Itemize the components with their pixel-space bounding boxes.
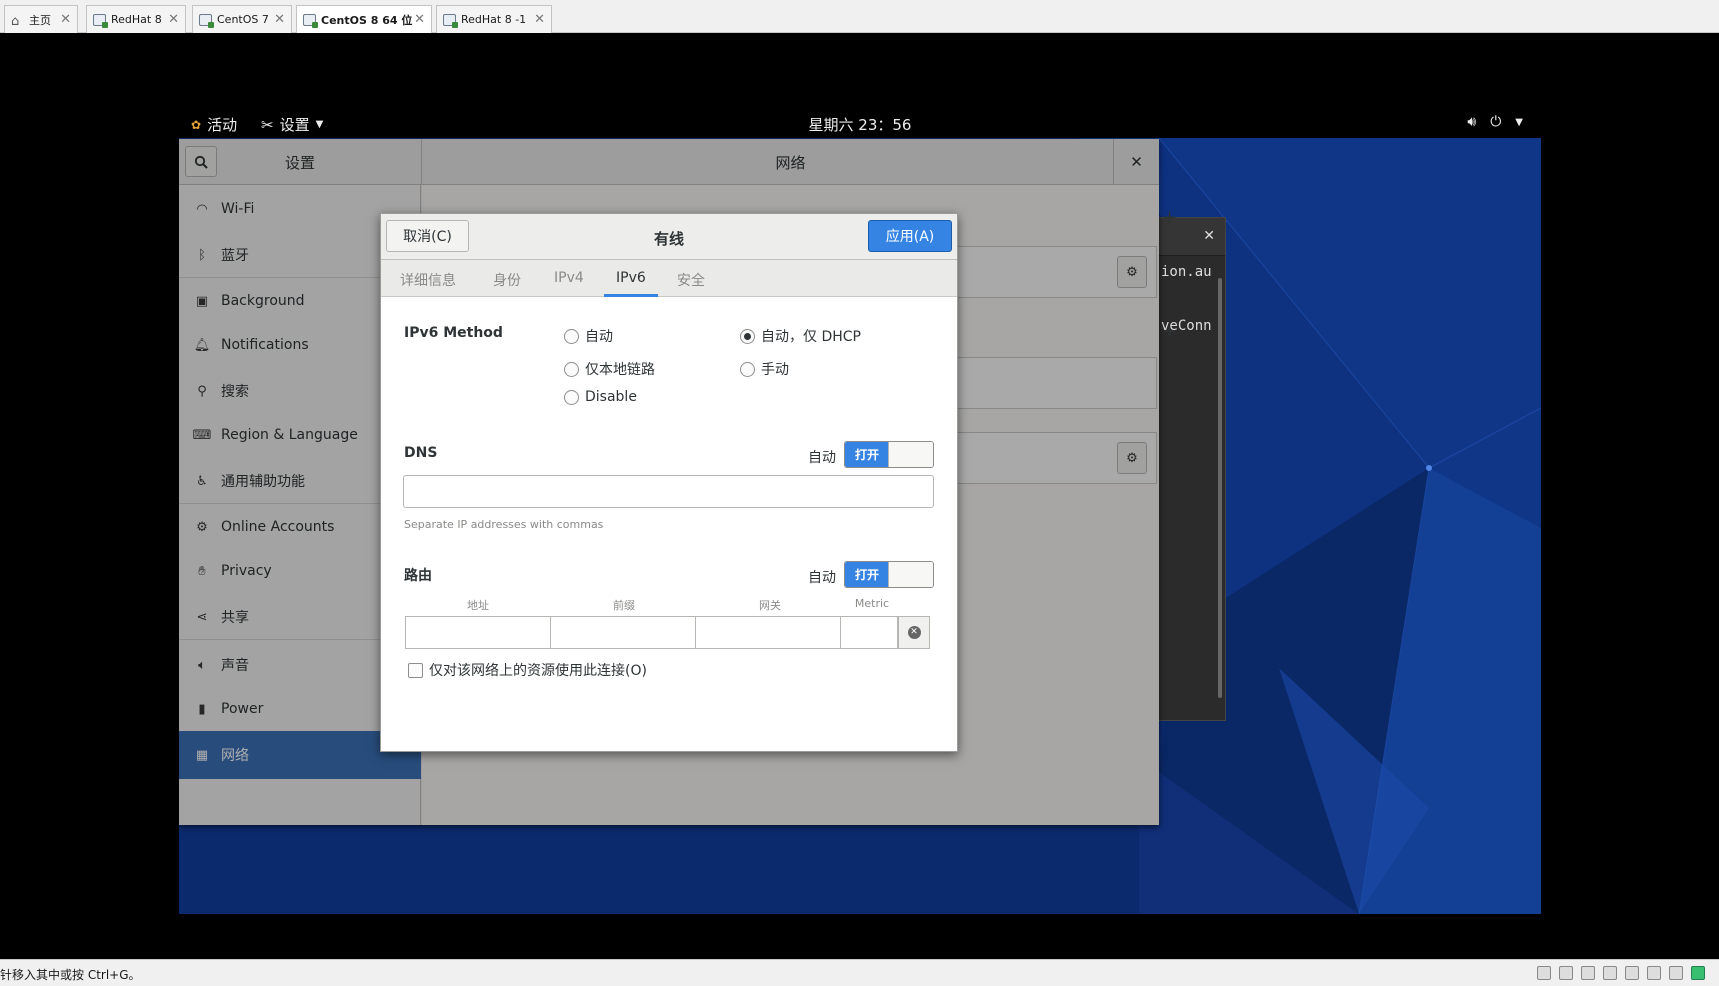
add-icon[interactable]: + xyxy=(1162,207,1177,228)
vm-icon xyxy=(303,13,318,28)
checkbox-label: 仅对该网络上的资源使用此连接(O) xyxy=(429,663,647,679)
ipv6-method-label: IPv6 Method xyxy=(404,325,503,341)
radio-auto[interactable]: 自动 xyxy=(564,326,613,346)
sound-icon[interactable] xyxy=(1625,966,1639,980)
checkbox xyxy=(408,662,423,678)
radio-button xyxy=(564,361,579,377)
column-header-address: 地址 xyxy=(467,599,489,612)
dns-label: DNS xyxy=(404,445,438,461)
radio-link-local[interactable]: 仅本地链路 xyxy=(564,359,655,379)
close-icon[interactable]: ✕ xyxy=(1203,228,1215,244)
status-indicator-icon[interactable] xyxy=(1691,966,1705,980)
device-icons xyxy=(1537,966,1705,980)
scrollbar[interactable] xyxy=(1218,278,1222,698)
radio-button xyxy=(564,328,579,344)
route-metric-input[interactable] xyxy=(840,616,898,649)
switch-knob xyxy=(888,442,933,467)
route-gateway-input[interactable] xyxy=(695,616,841,649)
route-address-input[interactable] xyxy=(405,616,551,649)
tab-ipv6[interactable]: IPv6 xyxy=(616,270,646,286)
chevron-down-icon: ▼ xyxy=(1515,116,1523,128)
vmware-tab-bar: ⌂ 主页 ✕ RedHat 8 ✕ CentOS 7 ✕ CentOS 8 64… xyxy=(0,0,1719,33)
dns-auto-label: 自动 xyxy=(808,450,836,466)
gnome-top-bar: ✿ 活动 ✂ 设置 ▼ 星期六 23：56 🔊︎ ⏻ ▼ xyxy=(179,108,1541,138)
wired-dialog: 取消(C) 有线 应用(A) 详细信息 身份 IPv4 IPv6 安全 IPv6… xyxy=(380,213,958,752)
routes-label: 路由 xyxy=(404,568,432,584)
column-header-metric: Metric xyxy=(854,597,890,610)
tab-centos7[interactable]: CentOS 7 ✕ xyxy=(192,5,292,33)
dns-field[interactable] xyxy=(403,475,934,508)
tab-security[interactable]: 安全 xyxy=(677,270,705,290)
cd-icon[interactable] xyxy=(1559,966,1573,980)
printer-icon[interactable] xyxy=(1603,966,1617,980)
clock[interactable]: 星期六 23：56 xyxy=(179,114,1541,135)
vmware-status-bar: 针移入其中或按 Ctrl+G。 xyxy=(0,959,1719,986)
home-icon: ⌂ xyxy=(11,13,20,29)
radio-label: 自动 xyxy=(585,329,613,345)
guest-display[interactable]: ✿ 活动 ✂ 设置 ▼ 星期六 23：56 🔊︎ ⏻ ▼ ✕ ion.au ve… xyxy=(0,34,1719,959)
close-icon[interactable]: ✕ xyxy=(274,12,285,27)
close-icon[interactable]: ✕ xyxy=(534,12,545,27)
column-header-prefix: 前缀 xyxy=(613,599,635,612)
volume-icon: 🔊︎ xyxy=(1467,114,1477,130)
radio-auto-dhcp[interactable]: 自动，仅 DHCP xyxy=(740,326,861,346)
tab-label: RedHat 8 xyxy=(111,13,162,26)
tab-identity[interactable]: 身份 xyxy=(493,270,521,290)
routes-auto-switch[interactable]: 打开 xyxy=(844,561,934,588)
vm-icon xyxy=(199,13,214,28)
tab-centos8[interactable]: CentOS 8 64 位 ✕ xyxy=(296,5,432,33)
close-icon[interactable]: ✕ xyxy=(168,12,179,27)
tab-label: CentOS 8 64 位 xyxy=(321,13,413,27)
network-adapter-icon[interactable] xyxy=(1581,966,1595,980)
switch-knob xyxy=(888,562,933,587)
column-header-gateway: 网关 xyxy=(759,599,781,612)
route-delete-button[interactable]: ✕ xyxy=(898,616,930,649)
system-tray[interactable]: 🔊︎ ⏻ ▼ xyxy=(1467,114,1523,130)
route-prefix-input[interactable] xyxy=(550,616,696,649)
apply-button[interactable]: 应用(A) xyxy=(868,220,952,252)
radio-label: 自动，仅 DHCP xyxy=(761,329,861,345)
radio-button xyxy=(740,361,755,377)
routes-auto-label: 自动 xyxy=(808,570,836,586)
tab-redhat8[interactable]: RedHat 8 ✕ xyxy=(86,5,186,33)
display-icon[interactable] xyxy=(1669,966,1683,980)
status-message: 针移入其中或按 Ctrl+G。 xyxy=(0,968,141,982)
radio-disable[interactable]: Disable xyxy=(564,389,637,405)
vm-icon xyxy=(93,13,108,28)
tab-ipv4[interactable]: IPv4 xyxy=(554,270,584,286)
terminal-line: ion.au xyxy=(1161,264,1212,280)
dns-hint: Separate IP addresses with commas xyxy=(404,518,604,531)
tab-label: CentOS 7 xyxy=(217,13,269,26)
active-tab-indicator xyxy=(604,294,658,297)
power-icon: ⏻ xyxy=(1490,114,1502,130)
radio-label: 仅本地链路 xyxy=(585,362,655,378)
switch-on-label: 打开 xyxy=(845,442,889,467)
tab-label: RedHat 8 -1 xyxy=(461,13,527,26)
radio-manual[interactable]: 手动 xyxy=(740,359,789,379)
terminal-window[interactable]: ✕ ion.au veConn xyxy=(1156,217,1226,721)
only-resources-checkbox[interactable]: 仅对该网络上的资源使用此连接(O) xyxy=(408,660,647,680)
tab-home[interactable]: ⌂ 主页 ✕ xyxy=(4,5,78,33)
hard-disk-icon[interactable] xyxy=(1537,966,1551,980)
close-icon[interactable]: ✕ xyxy=(60,12,71,27)
dialog-tabs: 详细信息 身份 IPv4 IPv6 安全 xyxy=(381,260,957,297)
radio-label: 手动 xyxy=(761,362,789,378)
tab-details[interactable]: 详细信息 xyxy=(400,270,456,290)
tab-redhat8-1[interactable]: RedHat 8 -1 ✕ xyxy=(436,5,552,33)
clear-icon: ✕ xyxy=(907,626,921,639)
radio-label: Disable xyxy=(585,389,637,405)
radio-button xyxy=(564,389,579,405)
dns-auto-switch[interactable]: 打开 xyxy=(844,441,934,468)
close-icon[interactable]: ✕ xyxy=(414,12,425,27)
radio-button xyxy=(740,328,755,344)
tab-label: 主页 xyxy=(29,13,51,27)
dialog-header: 取消(C) 有线 应用(A) xyxy=(381,214,957,260)
add-icon[interactable]: + xyxy=(1162,321,1177,342)
usb-icon[interactable] xyxy=(1647,966,1661,980)
switch-on-label: 打开 xyxy=(845,562,889,587)
vm-icon xyxy=(443,13,458,28)
